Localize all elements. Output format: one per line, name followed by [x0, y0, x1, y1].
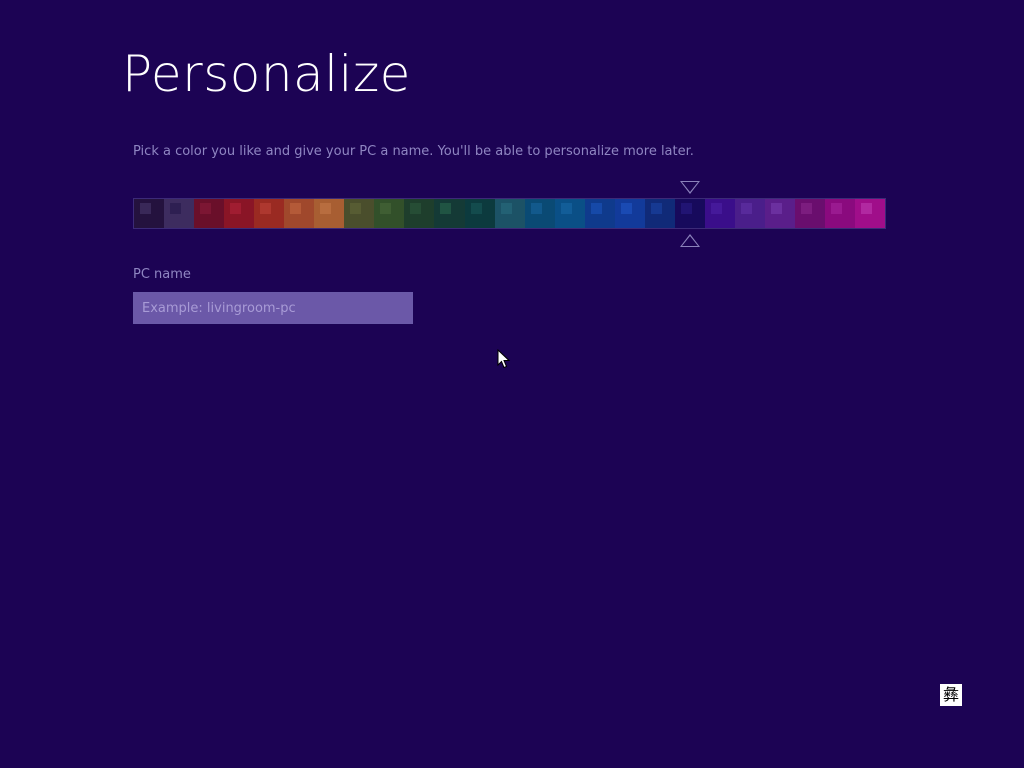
color-swatch[interactable]: [314, 199, 345, 228]
color-swatch[interactable]: [464, 199, 495, 228]
color-swatch-chip: [140, 203, 151, 214]
color-swatch-chip: [350, 203, 362, 214]
color-swatch[interactable]: [614, 199, 645, 228]
ime-indicator-icon[interactable]: 彝: [940, 684, 962, 706]
color-swatch[interactable]: [855, 199, 885, 228]
color-swatch[interactable]: [224, 199, 255, 228]
color-swatch[interactable]: [554, 199, 585, 228]
color-swatch-chip: [861, 203, 873, 214]
color-swatch-chip: [170, 203, 182, 214]
color-swatch[interactable]: [764, 199, 796, 228]
color-swatch[interactable]: [494, 199, 525, 228]
slider-thumb-top-icon[interactable]: [680, 181, 700, 194]
page-title: Personalize: [122, 45, 411, 103]
color-swatch[interactable]: [134, 199, 165, 228]
color-swatch-chip: [770, 203, 782, 214]
color-swatch[interactable]: [434, 199, 465, 228]
color-swatch[interactable]: [674, 199, 705, 228]
color-swatch[interactable]: [164, 199, 195, 228]
pc-name-input[interactable]: [133, 292, 413, 324]
color-swatch-chip: [290, 203, 302, 214]
color-swatch[interactable]: [795, 199, 826, 228]
color-swatch-chip: [650, 203, 662, 214]
color-swatch[interactable]: [704, 199, 735, 228]
color-swatch-chip: [320, 203, 332, 214]
color-swatch-chip: [620, 203, 632, 214]
color-swatch-chip: [680, 203, 692, 214]
color-swatch-chip: [801, 203, 813, 214]
color-swatch-chip: [710, 203, 722, 214]
pc-name-label: PC name: [133, 267, 191, 282]
color-swatch-chip: [560, 203, 572, 214]
color-swatch-chip: [500, 203, 512, 214]
color-swatch[interactable]: [644, 199, 675, 228]
color-swatch[interactable]: [404, 199, 435, 228]
color-swatch-chip: [590, 203, 602, 214]
oobe-personalize-page: Personalize Pick a color you like and gi…: [0, 0, 1024, 768]
color-swatch-chip: [740, 203, 752, 214]
color-swatch[interactable]: [374, 199, 405, 228]
color-swatch[interactable]: [254, 199, 285, 228]
color-swatch-chip: [230, 203, 242, 214]
color-swatch-chip: [410, 203, 422, 214]
color-swatch-chip: [380, 203, 392, 214]
color-swatch-chip: [831, 203, 843, 214]
mouse-cursor-icon: [497, 349, 511, 369]
page-subtitle: Pick a color you like and give your PC a…: [133, 144, 694, 159]
color-swatch[interactable]: [734, 199, 765, 228]
color-swatch[interactable]: [825, 199, 856, 228]
color-swatch-chip: [440, 203, 452, 214]
color-slider[interactable]: [133, 179, 886, 249]
color-swatch[interactable]: [344, 199, 375, 228]
color-swatch-chip: [530, 203, 542, 214]
color-swatch[interactable]: [284, 199, 315, 228]
color-swatch[interactable]: [584, 199, 615, 228]
slider-thumb-bottom-icon[interactable]: [680, 234, 700, 247]
color-swatch[interactable]: [524, 199, 555, 228]
color-palette[interactable]: [133, 198, 886, 229]
color-swatch-chip: [470, 203, 482, 214]
color-swatch[interactable]: [194, 199, 225, 228]
color-swatch-chip: [260, 203, 272, 214]
color-swatch-chip: [200, 203, 212, 214]
